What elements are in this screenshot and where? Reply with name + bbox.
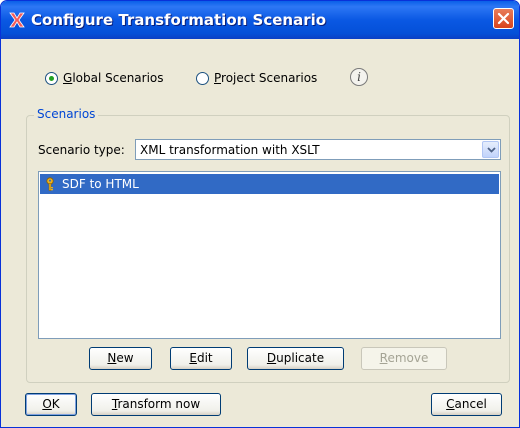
- scenarios-group-title: Scenarios: [34, 107, 99, 121]
- info-icon[interactable]: i: [350, 68, 368, 86]
- radio-selected-icon: [45, 71, 58, 85]
- chevron-down-icon: [487, 147, 496, 153]
- scenario-type-label: Scenario type:: [38, 143, 125, 157]
- scenario-list[interactable]: SDF to HTML: [38, 171, 501, 339]
- edit-button[interactable]: Edit: [170, 347, 232, 370]
- global-scenarios-radio[interactable]: Global Scenarios: [45, 71, 164, 85]
- project-scenarios-radio[interactable]: Project Scenarios: [196, 71, 317, 85]
- close-button[interactable]: [493, 8, 514, 29]
- radio-unselected-icon: [196, 71, 209, 85]
- list-item[interactable]: SDF to HTML: [40, 174, 499, 194]
- dropdown-button[interactable]: [482, 141, 499, 158]
- remove-button[interactable]: Remove: [361, 347, 447, 370]
- window-title: Configure Transformation Scenario: [31, 11, 327, 29]
- close-icon: [497, 12, 510, 25]
- list-item-label: SDF to HTML: [62, 177, 139, 191]
- duplicate-button[interactable]: Duplicate: [247, 347, 344, 370]
- global-scenarios-label: Global Scenarios: [63, 71, 164, 85]
- key-icon: [44, 177, 56, 191]
- scenario-type-select[interactable]: XML transformation with XSLT: [135, 139, 501, 160]
- project-scenarios-label: Project Scenarios: [214, 71, 318, 85]
- transform-now-button[interactable]: Transform now: [91, 393, 221, 416]
- cancel-button[interactable]: Cancel: [431, 393, 502, 416]
- scenario-type-value: XML transformation with XSLT: [140, 143, 320, 157]
- app-icon: [9, 12, 25, 28]
- dialog-window: Configure Transformation Scenario Global…: [0, 0, 520, 428]
- new-button[interactable]: New: [89, 347, 152, 370]
- title-bar[interactable]: Configure Transformation Scenario: [1, 1, 519, 39]
- ok-button[interactable]: OK: [25, 393, 77, 416]
